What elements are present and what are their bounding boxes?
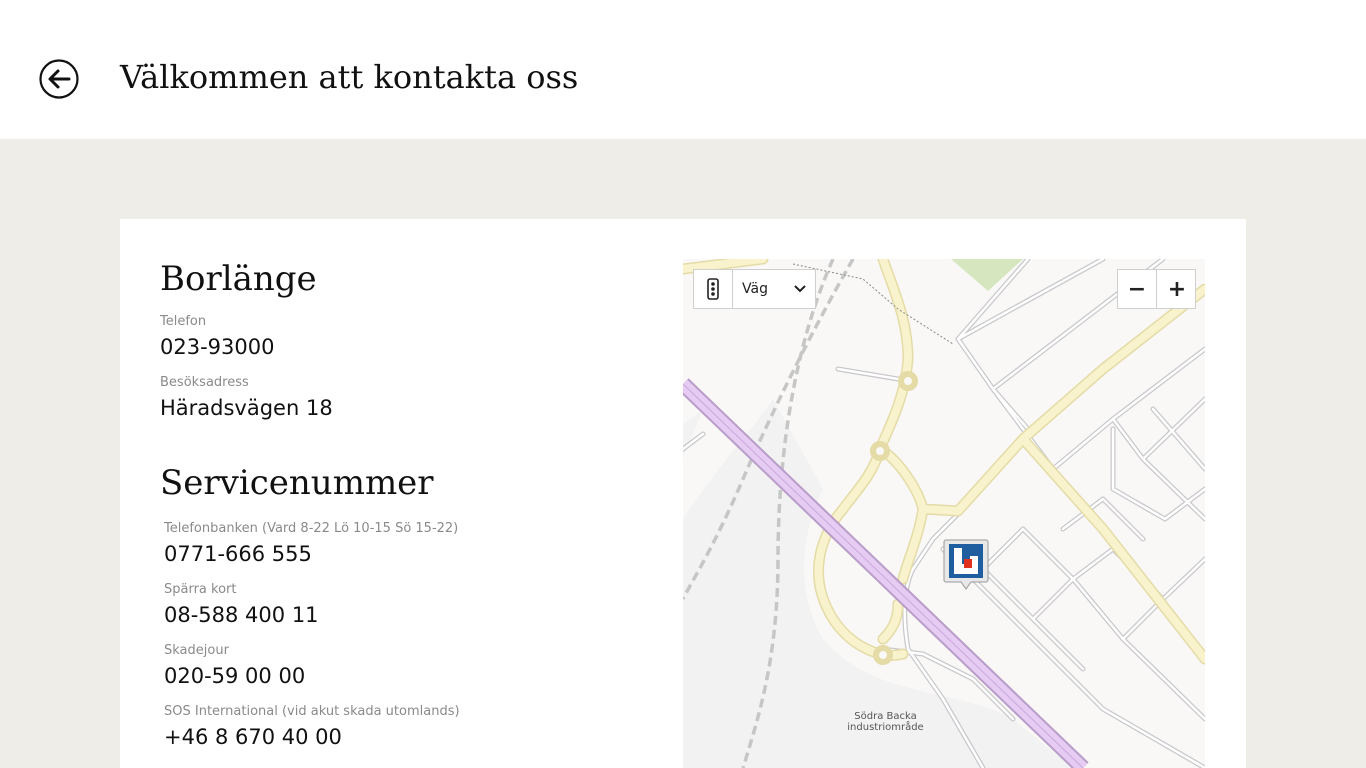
- service-label-sparra-kort: Spärra kort: [164, 582, 237, 597]
- map[interactable]: Väg − + Södra Backa industriområde: [683, 259, 1205, 768]
- phone-value[interactable]: 023-93000: [160, 335, 274, 359]
- zoom-control: − +: [1117, 269, 1196, 309]
- back-button[interactable]: [39, 59, 79, 99]
- bank-pin-icon: [943, 539, 989, 590]
- header: Välkommen att kontakta oss: [0, 0, 1366, 139]
- back-arrow-icon: [39, 59, 79, 99]
- map-place-label: Södra Backa industriområde: [833, 711, 938, 733]
- contact-card: Borlänge Telefon 023-93000 Besöksadress …: [120, 219, 1246, 768]
- service-value-skadejour[interactable]: 020-59 00 00: [164, 664, 305, 688]
- phone-label: Telefon: [160, 314, 207, 329]
- minus-icon: −: [1127, 276, 1147, 302]
- address-value: Häradsvägen 18: [160, 396, 333, 420]
- address-label: Besöksadress: [160, 375, 249, 390]
- zoom-out-button[interactable]: −: [1118, 270, 1157, 308]
- service-value-sparra-kort[interactable]: 08-588 400 11: [164, 603, 319, 627]
- map-canvas: [683, 259, 1205, 768]
- page-title: Välkommen att kontakta oss: [120, 58, 579, 96]
- service-title: Servicenummer: [160, 463, 434, 503]
- zoom-in-button[interactable]: +: [1158, 270, 1196, 308]
- map-style-dropdown[interactable]: Väg: [734, 270, 815, 308]
- traffic-button[interactable]: [694, 270, 733, 308]
- service-label-skadejour: Skadejour: [164, 643, 229, 658]
- map-style-control: Väg: [693, 269, 816, 309]
- service-value-telefonbanken[interactable]: 0771-666 555: [164, 542, 312, 566]
- chevron-down-icon: [794, 285, 806, 293]
- office-name: Borlänge: [160, 259, 317, 299]
- map-place-label-line1: Södra Backa: [854, 711, 917, 722]
- service-value-sos[interactable]: +46 8 670 40 00: [164, 725, 342, 749]
- map-style-label: Väg: [742, 281, 768, 297]
- service-label-telefonbanken: Telefonbanken (Vard 8-22 Lö 10-15 Sö 15-…: [164, 521, 459, 536]
- service-label-sos: SOS International (vid akut skada utomla…: [164, 704, 460, 719]
- traffic-icon: [707, 278, 719, 300]
- map-place-label-line2: industriområde: [847, 722, 924, 733]
- plus-icon: +: [1167, 276, 1187, 302]
- bank-location-pin[interactable]: [943, 539, 989, 591]
